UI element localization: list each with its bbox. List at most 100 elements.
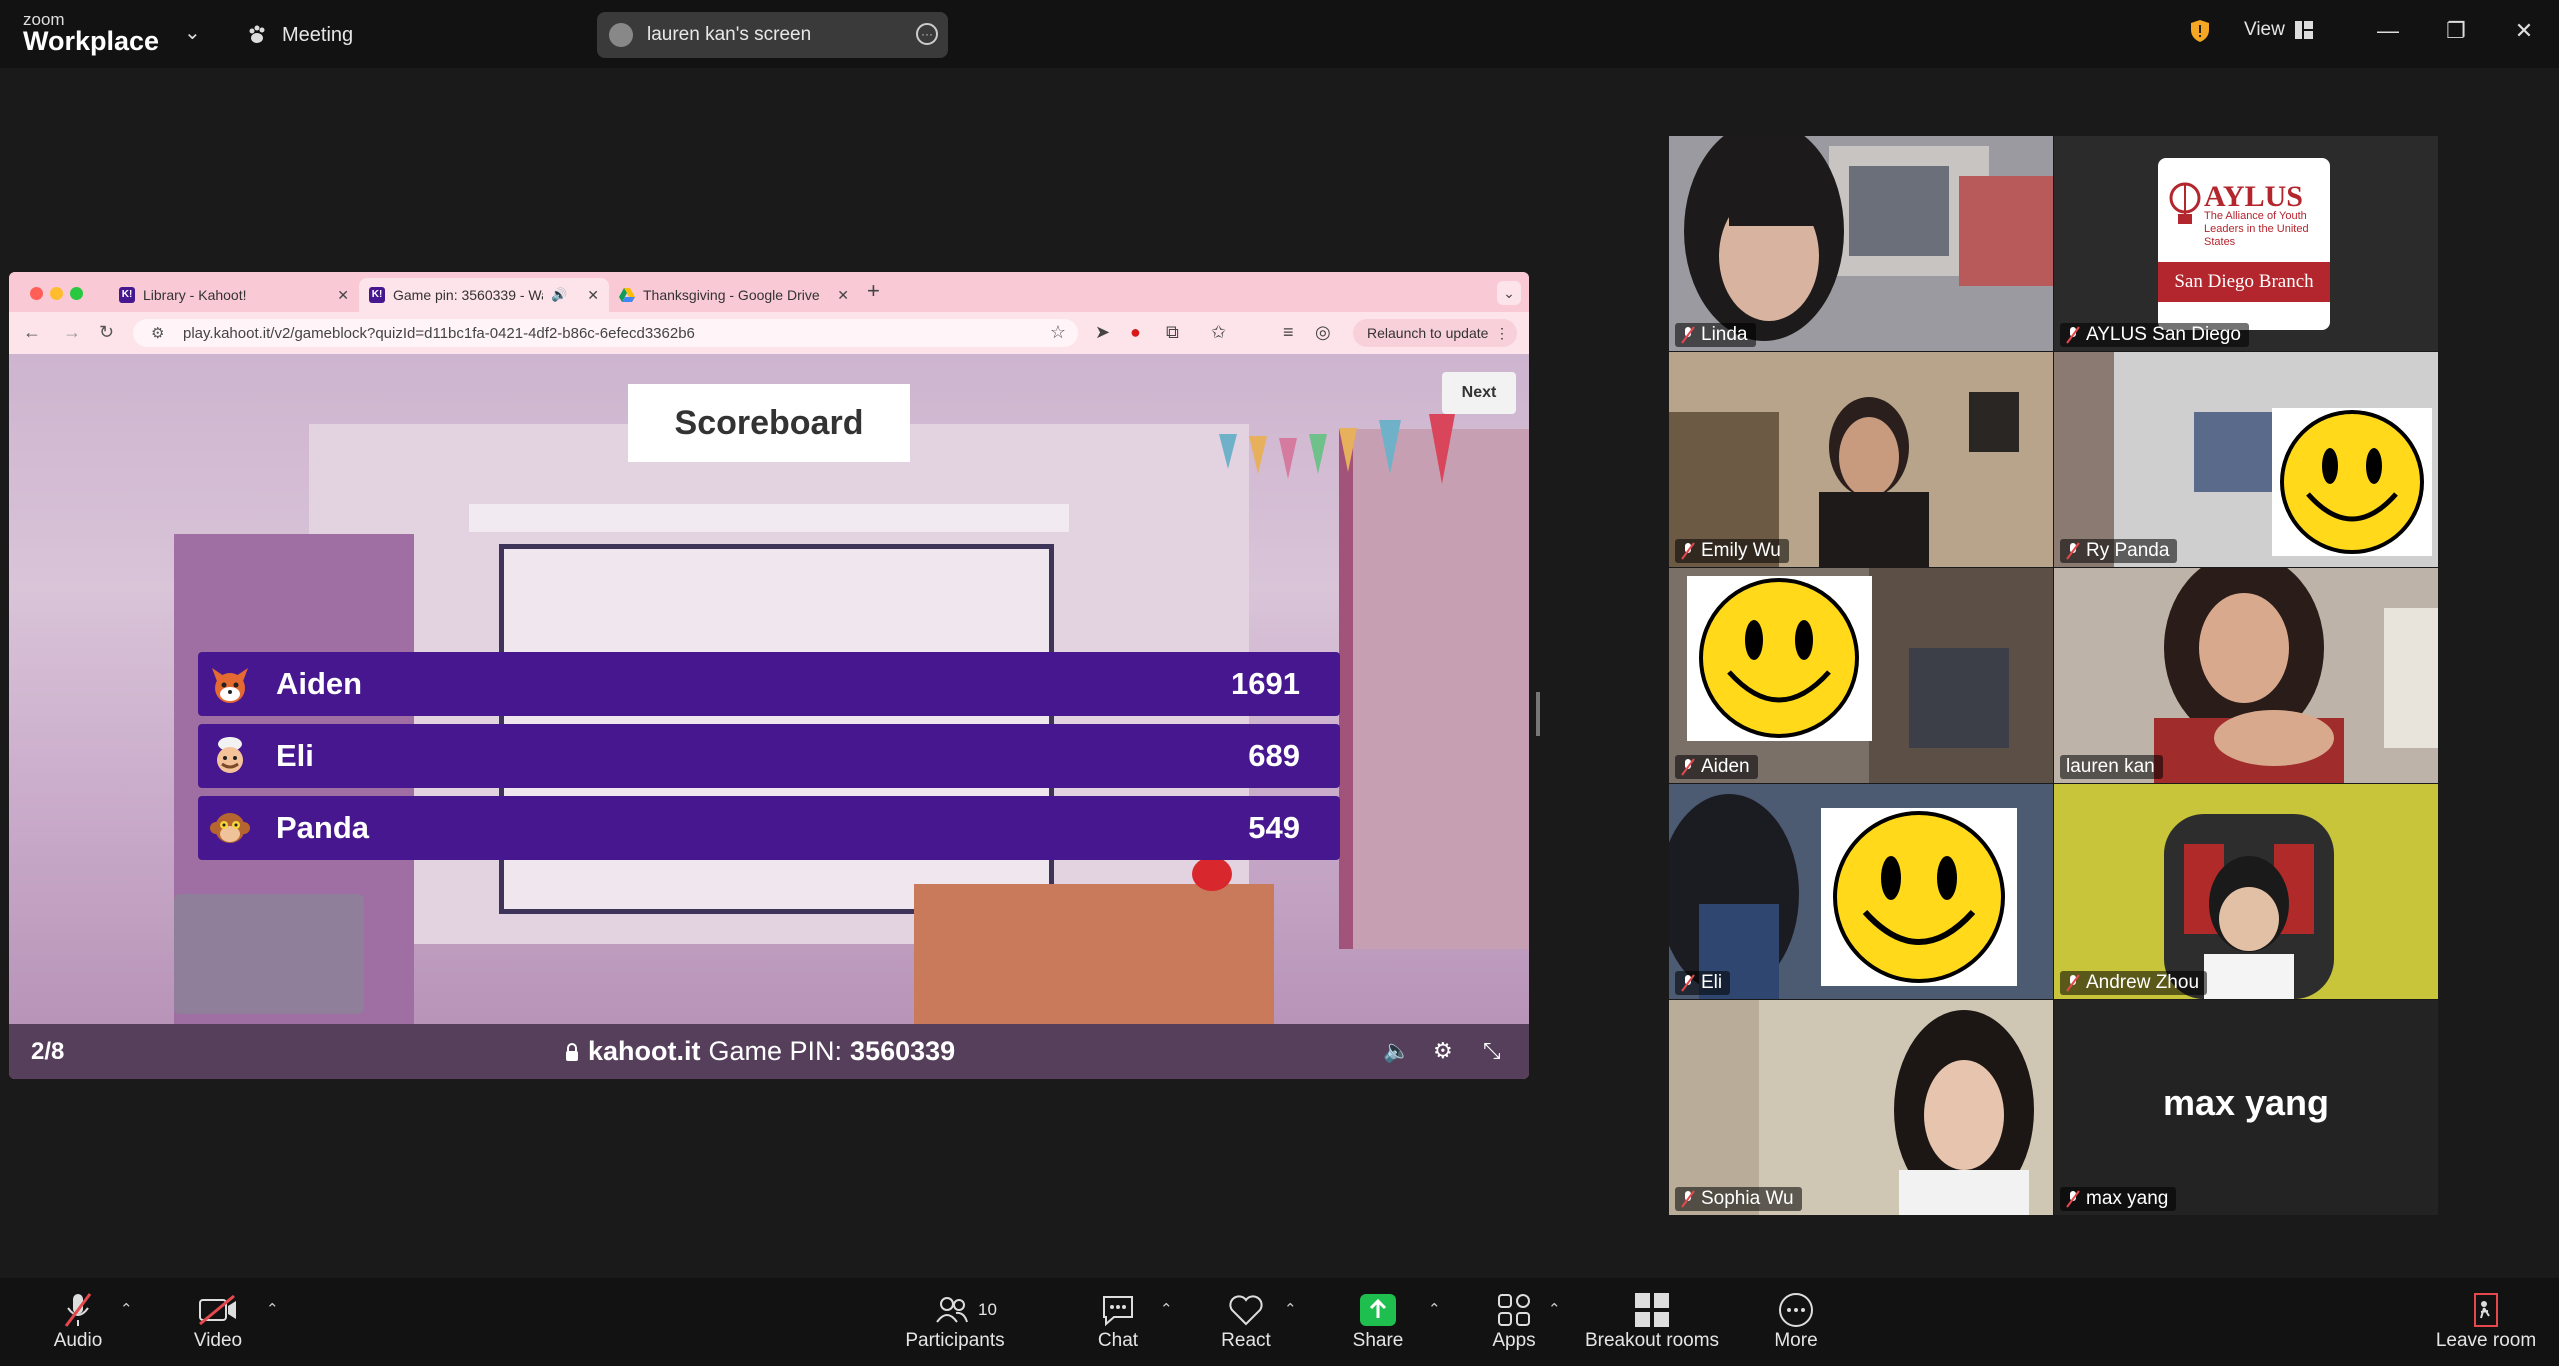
smiley-avatar-icon: [2272, 408, 2432, 556]
kebab-menu-icon[interactable]: ⋮: [1481, 319, 1509, 347]
url-input[interactable]: ⚙ play.kahoot.it/v2/gameblock?quizId=d11…: [133, 319, 1078, 347]
leave-room-button[interactable]: Leave room: [2432, 1290, 2540, 1352]
participant-name: Eli: [1701, 972, 1723, 993]
participant-name-tag: Sophia Wu: [1675, 1187, 1802, 1211]
participant-name-tag: Linda: [1675, 323, 1756, 347]
browser-tab-active[interactable]: K! Game pin: 3560339 - Wa 🔊 ✕: [359, 278, 609, 312]
mic-muted-icon: [64, 1293, 92, 1327]
breakout-rooms-button[interactable]: Breakout rooms: [1580, 1290, 1724, 1352]
shield-icon[interactable]: [2190, 19, 2210, 43]
video-tile[interactable]: AYLUS The Alliance of Youth Leaders in t…: [2054, 136, 2438, 351]
video-tile[interactable]: Ry Panda: [2054, 352, 2438, 567]
projector-roll: [469, 504, 1069, 532]
browser-tab[interactable]: Thanksgiving - Google Drive ✕: [609, 278, 859, 312]
minimize-window-dot[interactable]: [50, 287, 63, 300]
tab-label: Thanksgiving - Google Drive: [643, 287, 820, 303]
participant-name: Emily Wu: [1701, 540, 1781, 561]
participant-name: Aiden: [1701, 756, 1750, 777]
share-options-caret-icon[interactable]: ⌃: [1428, 1300, 1441, 1318]
react-label: React: [1221, 1330, 1271, 1351]
favorites-icon[interactable]: ✩: [1211, 322, 1226, 343]
restore-icon[interactable]: ❐: [2436, 14, 2476, 48]
forward-icon[interactable]: →: [63, 322, 81, 343]
mic-muted-icon: [2066, 974, 2080, 992]
chat-button[interactable]: Chat: [1090, 1290, 1146, 1352]
react-options-caret-icon[interactable]: ⌃: [1284, 1300, 1297, 1318]
chat-icon: [1103, 1296, 1133, 1327]
split-drag-handle[interactable]: [1536, 692, 1540, 736]
laptop-decoration: [174, 894, 364, 1014]
view-button[interactable]: View: [2244, 19, 2313, 41]
profile-icon[interactable]: ◎: [1315, 322, 1331, 343]
media-control-icon[interactable]: ≡: [1283, 322, 1294, 343]
video-options-caret-icon[interactable]: ⌃: [266, 1300, 279, 1318]
camera-off-icon: [199, 1294, 236, 1326]
participant-name: lauren kan: [2066, 756, 2155, 777]
maximize-window-dot[interactable]: [70, 287, 83, 300]
mic-muted-icon: [1681, 326, 1695, 344]
tab-search-icon[interactable]: ⌄: [1497, 281, 1521, 305]
webcam-feed: [1669, 1000, 2053, 1215]
relaunch-button[interactable]: Relaunch to update ⋮: [1353, 319, 1517, 347]
chevron-down-icon[interactable]: ⌄: [184, 20, 201, 45]
question-counter: 2/8: [31, 1038, 65, 1065]
aylus-tagline: The Alliance of Youth Leaders in the Uni…: [2204, 210, 2309, 248]
video-tile[interactable]: Emily Wu: [1669, 352, 2053, 567]
camera-off-name: max yang: [2162, 1082, 2330, 1123]
more-options-icon[interactable]: ···: [916, 23, 938, 45]
game-pin: 3560339: [850, 1036, 956, 1066]
meeting-button[interactable]: Meeting: [246, 20, 353, 50]
mic-muted-icon: [2066, 326, 2080, 344]
next-button[interactable]: Next: [1442, 372, 1516, 414]
reload-icon[interactable]: ↻: [99, 322, 114, 343]
heart-icon: [1229, 1295, 1263, 1326]
bookmark-star-icon[interactable]: ☆: [1050, 322, 1066, 343]
puzzle-extension-icon[interactable]: ⧉: [1166, 322, 1179, 343]
back-icon[interactable]: ←: [23, 322, 41, 343]
video-label: Video: [193, 1330, 243, 1351]
video-tile[interactable]: Sophia Wu: [1669, 1000, 2053, 1215]
smiley-avatar-icon: [1821, 808, 2017, 986]
audio-options-caret-icon[interactable]: ⌃: [120, 1300, 133, 1318]
apps-button[interactable]: Apps: [1486, 1290, 1542, 1352]
teacher-desk: [914, 884, 1274, 1024]
apps-options-caret-icon[interactable]: ⌃: [1548, 1300, 1561, 1318]
screen-share-indicator[interactable]: lauren kan's screen ···: [597, 12, 948, 58]
tab-label: Library - Kahoot!: [143, 287, 247, 303]
more-button[interactable]: More: [1768, 1290, 1824, 1352]
minimize-icon[interactable]: —: [2368, 14, 2408, 48]
video-tile[interactable]: Eli: [1669, 784, 2053, 999]
breakout-rooms-icon: [1635, 1293, 1669, 1327]
browser-tab[interactable]: K! Library - Kahoot! ✕: [109, 278, 359, 312]
video-tile[interactable]: Aiden: [1669, 568, 2053, 783]
player-score: 689: [1248, 738, 1300, 773]
breakout-rooms-label: Breakout rooms: [1584, 1330, 1720, 1351]
share-button[interactable]: Share: [1350, 1290, 1406, 1352]
volume-icon[interactable]: 🔈: [1383, 1038, 1410, 1064]
react-button[interactable]: React: [1218, 1290, 1274, 1352]
lightbulb-logo-icon: [2169, 182, 2201, 224]
close-window-dot[interactable]: [30, 287, 43, 300]
close-tab-icon[interactable]: ✕: [337, 287, 349, 304]
view-label: View: [2244, 19, 2285, 40]
scoreboard-row: Panda 549: [198, 796, 1340, 860]
audio-label: Audio: [53, 1330, 103, 1351]
site-info-icon[interactable]: ⚙: [151, 324, 164, 342]
audio-button[interactable]: Audio: [50, 1290, 106, 1352]
close-tab-icon[interactable]: ✕: [837, 287, 849, 304]
leave-room-label: Leave room: [2435, 1330, 2537, 1351]
video-tile[interactable]: max yang max yang: [2054, 1000, 2438, 1215]
gear-icon[interactable]: ⚙: [1433, 1038, 1453, 1064]
new-tab-icon[interactable]: +: [867, 278, 880, 304]
video-tile-active-speaker[interactable]: lauren kan: [2054, 568, 2438, 783]
opera-extension-icon[interactable]: ●: [1130, 322, 1141, 343]
speaker-icon[interactable]: 🔊: [551, 287, 567, 303]
video-tile[interactable]: Linda: [1669, 136, 2053, 351]
cursor-extension-icon[interactable]: ➤: [1095, 322, 1110, 343]
close-tab-icon[interactable]: ✕: [587, 287, 599, 304]
video-tile[interactable]: Andrew Zhou: [2054, 784, 2438, 999]
close-icon[interactable]: ✕: [2504, 14, 2544, 48]
chat-options-caret-icon[interactable]: ⌃: [1160, 1300, 1173, 1318]
fullscreen-exit-icon[interactable]: ⤡: [1483, 1038, 1501, 1064]
video-button[interactable]: Video: [190, 1290, 246, 1352]
